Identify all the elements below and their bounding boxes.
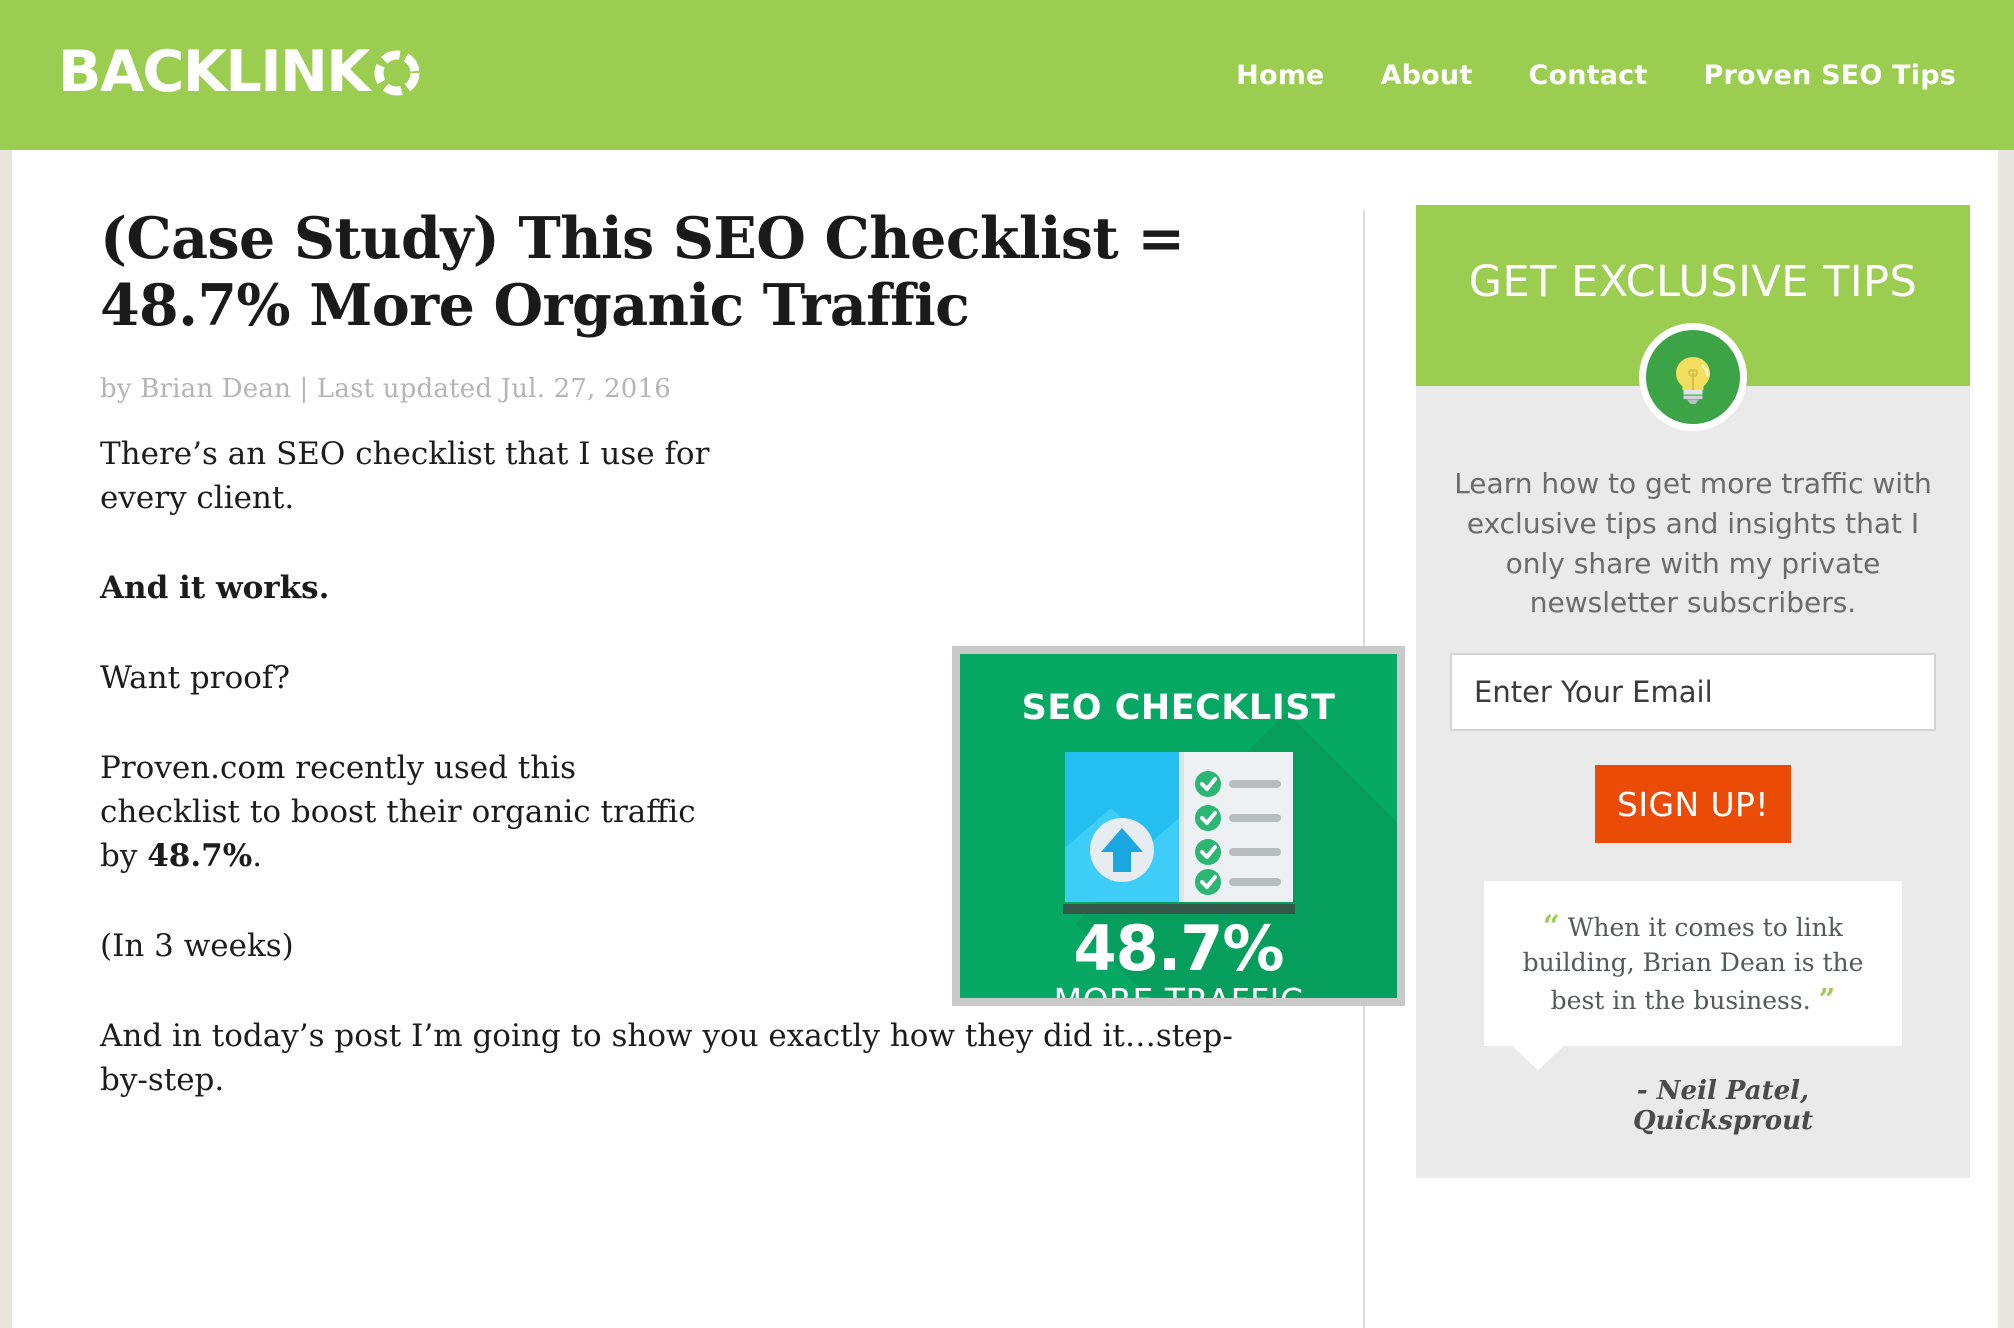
sidebar: GET EXCLUSIVE TIPS Learn how to get more… <box>1416 205 1970 1178</box>
testimonial-author: - Neil Patel, Quicksprout <box>1632 1075 1814 1136</box>
featured-image[interactable]: SEO CHECKLIST 48.7% <box>952 645 1405 1006</box>
featured-image-title: SEO CHECKLIST <box>1021 687 1336 728</box>
featured-image-canvas: SEO CHECKLIST 48.7% <box>960 653 1397 998</box>
optin-header: GET EXCLUSIVE TIPS <box>1416 205 1970 431</box>
lightbulb-icon <box>1639 323 1747 431</box>
featured-image-subtitle: MORE TRAFFIC <box>960 984 1397 998</box>
open-book-checklist-icon <box>1064 751 1293 902</box>
paragraph-and-it-works: And it works. <box>100 569 330 606</box>
dashed-circle-o-icon <box>374 50 420 96</box>
paragraph-intro: There’s an SEO checklist that I use for … <box>100 435 710 516</box>
nav-link-home[interactable]: Home <box>1236 60 1324 91</box>
testimonial-bubble: “ When it comes to link building, Brian … <box>1484 881 1902 1070</box>
email-field[interactable]: Enter Your Email <box>1450 653 1936 731</box>
open-quote-icon: “ <box>1543 909 1560 943</box>
optin-body: Learn how to get more traffic with exclu… <box>1416 386 1970 1136</box>
main-navigation: Home About Contact Proven SEO Tips <box>1236 0 1956 150</box>
paragraph-proven-com-tail: . <box>252 837 263 874</box>
site-logo[interactable]: BACKLINK <box>58 36 423 108</box>
paragraph-step-by-step: And in today’s post I’m going to show yo… <box>100 1017 1233 1098</box>
page-title: (Case Study) This SEO Checklist = 48.7% … <box>100 205 1185 340</box>
paragraph-proven-com-stat: 48.7% <box>147 837 253 874</box>
lightbulb-glyph <box>1676 357 1710 404</box>
nav-link-about[interactable]: About <box>1381 60 1473 91</box>
testimonial-quote-text: When it comes to link building, Brian De… <box>1522 913 1864 1016</box>
site-header: BACKLINK Home About Contact Proven SEO T… <box>0 0 2014 150</box>
paragraph-in-3-weeks: (In 3 weeks) <box>100 927 294 964</box>
featured-image-stat: 48.7% <box>1073 911 1284 985</box>
testimonial-bubble-tail <box>1510 1043 1566 1070</box>
close-quote-icon: ” <box>1818 982 1836 1017</box>
article: (Case Study) This SEO Checklist = 48.7% … <box>100 205 1405 1148</box>
nav-link-proven-seo-tips[interactable]: Proven SEO Tips <box>1704 60 1957 91</box>
optin-heading: GET EXCLUSIVE TIPS <box>1468 257 1918 307</box>
optin-description: Learn how to get more traffic with exclu… <box>1454 467 1932 620</box>
email-field-placeholder: Enter Your Email <box>1474 675 1713 709</box>
testimonial: “ When it comes to link building, Brian … <box>1484 881 1902 1136</box>
logo-wordmark: BACKLINK <box>58 38 370 105</box>
paragraph-proven-com: Proven.com recently used this checklist … <box>100 746 720 878</box>
post-byline: by Brian Dean | Last updated Jul. 27, 20… <box>100 373 672 404</box>
nav-link-contact[interactable]: Contact <box>1528 60 1647 91</box>
content-wrapper: (Case Study) This SEO Checklist = 48.7% … <box>12 150 1998 1328</box>
paragraph-want-proof: Want proof? <box>100 659 291 696</box>
page-root: BACKLINK Home About Contact Proven SEO T… <box>0 0 2014 1328</box>
signup-button[interactable]: SIGN UP! <box>1595 765 1791 843</box>
post-body: There’s an SEO checklist that I use for … <box>100 432 1405 1102</box>
testimonial-quote: “ When it comes to link building, Brian … <box>1512 907 1874 1020</box>
optin-widget: GET EXCLUSIVE TIPS Learn how to get more… <box>1416 205 1970 1178</box>
